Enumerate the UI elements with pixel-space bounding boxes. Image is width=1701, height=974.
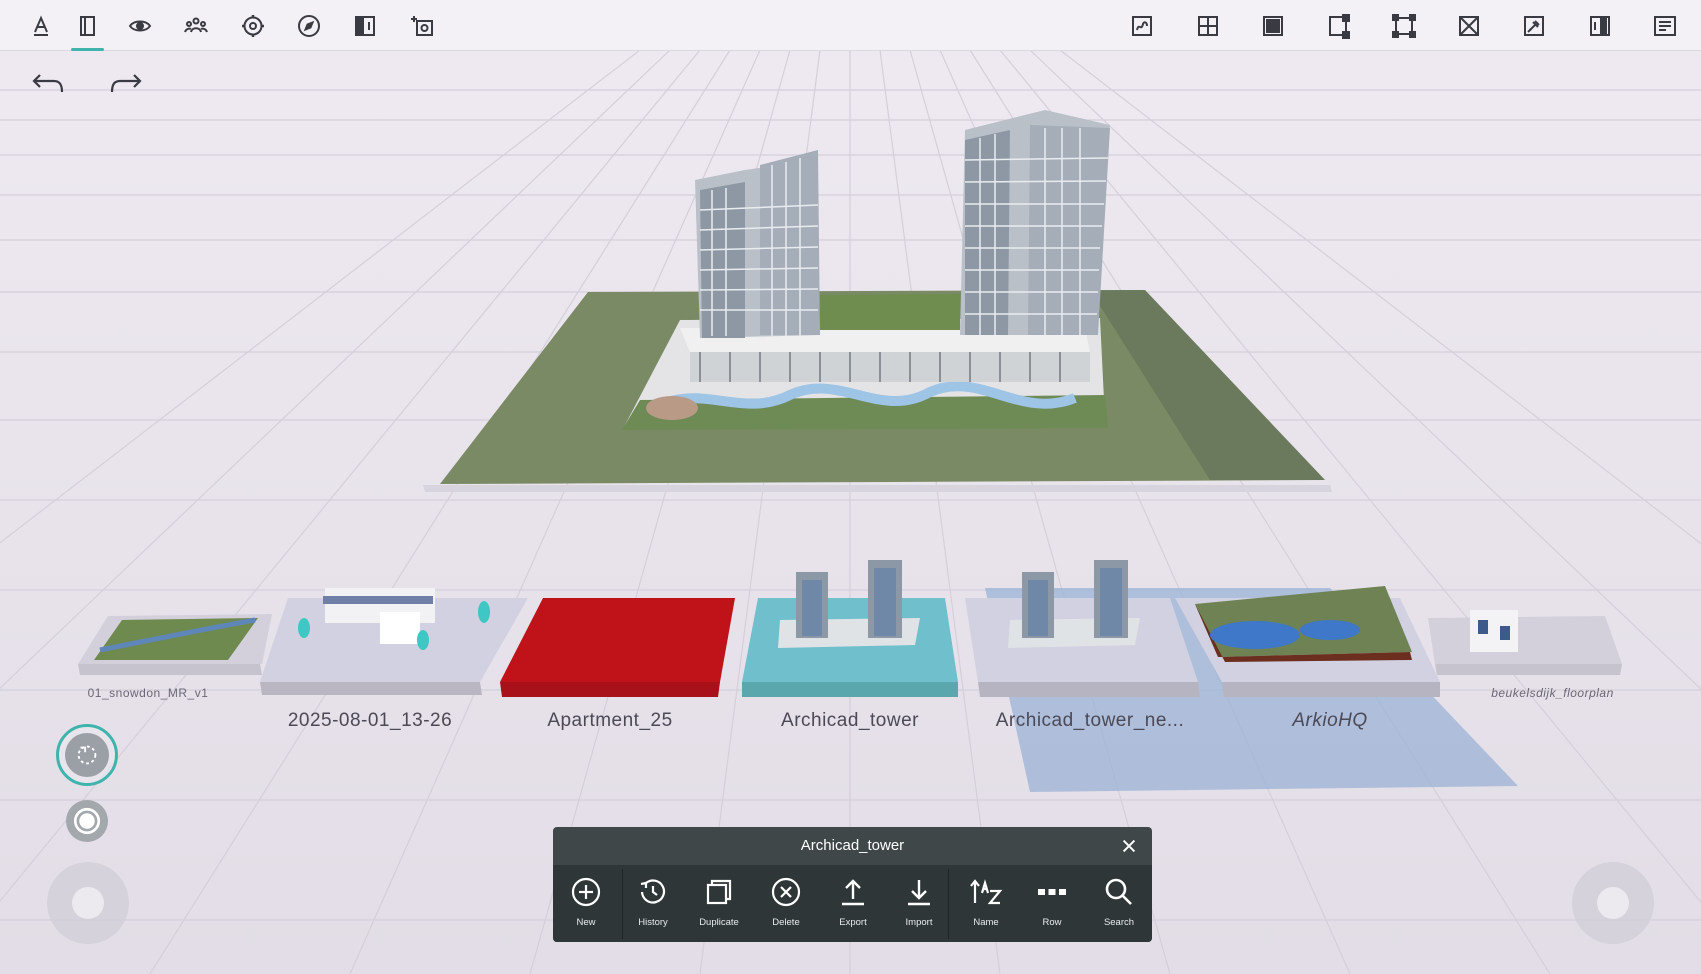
solid-box-icon[interactable] [1253, 6, 1293, 46]
wall-tool-icon[interactable] [67, 6, 107, 46]
camera-screenshot-icon[interactable] [402, 6, 442, 46]
cross-box-icon[interactable] [1449, 6, 1489, 46]
history-label: History [638, 917, 668, 928]
record-mode-button[interactable] [66, 800, 108, 842]
close-button[interactable] [1116, 833, 1142, 859]
rotate-mode-button[interactable] [56, 724, 118, 786]
right-joystick[interactable] [1572, 862, 1654, 944]
model-label-2[interactable]: 2025-08-01_13-26 [270, 710, 470, 732]
rotate-icon [65, 733, 109, 777]
section-panel-icon[interactable] [1580, 6, 1620, 46]
top-toolbar [0, 0, 1701, 51]
import-label: Import [905, 917, 933, 928]
export-label: Export [839, 917, 867, 928]
export-upload-icon [842, 879, 864, 906]
duplicate-label: Duplicate [699, 917, 739, 928]
draw-tool-icon[interactable] [21, 6, 61, 46]
redo-icon [110, 74, 142, 93]
left-joystick[interactable] [47, 862, 129, 944]
new-label: New [576, 917, 596, 928]
history-button[interactable]: History [620, 865, 686, 942]
duplicate-icon [706, 879, 732, 905]
collaborate-icon[interactable] [176, 6, 216, 46]
duplicate-button[interactable]: Duplicate [686, 865, 752, 942]
model-label-7[interactable]: beukelsdijk_floorplan [1470, 686, 1635, 700]
model-label-5[interactable]: Archicad_tower_ne... [975, 710, 1205, 732]
corner-select-icon[interactable] [1319, 6, 1359, 46]
sort-name-button[interactable]: Name [953, 865, 1019, 942]
compass-icon[interactable] [289, 6, 329, 46]
joystick-knob [1597, 887, 1629, 919]
delete-button[interactable]: Delete [753, 865, 819, 942]
panel-actions: New History Duplicate Delete Export Impo… [553, 865, 1152, 942]
model-label-3[interactable]: Apartment_25 [510, 710, 710, 732]
name-label: Name [973, 917, 999, 928]
file-panel: Archicad_tower New History Duplicate Del… [553, 827, 1152, 942]
delete-circle-icon [771, 877, 801, 907]
close-icon [1122, 839, 1136, 853]
joystick-knob [72, 887, 104, 919]
model-label-1[interactable]: 01_snowdon_MR_v1 [86, 686, 210, 700]
model-label-4[interactable]: Archicad_tower [750, 710, 950, 732]
divider [948, 869, 949, 939]
import-button[interactable]: Import [886, 865, 952, 942]
model-tile-beukelsdijk[interactable] [1428, 610, 1622, 675]
grid-plane-icon[interactable] [1188, 6, 1228, 46]
split-view-icon[interactable] [345, 6, 385, 46]
undo-button[interactable] [26, 64, 70, 104]
search-icon [1105, 878, 1132, 905]
pin-box-icon[interactable] [1514, 6, 1554, 46]
import-download-icon [908, 880, 930, 906]
search-label: Search [1103, 917, 1135, 928]
panel-title: Archicad_tower [800, 837, 905, 854]
plus-circle-icon [571, 877, 601, 907]
row-dots-icon [1038, 889, 1066, 895]
sketch-plane-icon[interactable] [1122, 6, 1162, 46]
model-tile-snowdon[interactable] [78, 614, 272, 675]
settings-gear-icon[interactable] [233, 6, 273, 46]
history-icon [640, 879, 666, 904]
model-label-6[interactable]: ArkioHQ [1230, 710, 1430, 732]
undo-icon [32, 74, 64, 93]
export-button[interactable]: Export [820, 865, 886, 942]
record-icon [73, 807, 101, 835]
bounding-box-icon[interactable] [1384, 6, 1424, 46]
redo-button[interactable] [104, 64, 148, 104]
view-eye-icon[interactable] [120, 6, 160, 46]
new-button[interactable]: New [553, 865, 619, 942]
active-tab-indicator [71, 48, 104, 51]
sort-name-icon [970, 879, 1003, 905]
text-list-icon[interactable] [1645, 6, 1685, 46]
search-button[interactable]: Search [1086, 865, 1152, 942]
row-view-button[interactable]: Row [1019, 865, 1085, 942]
row-label: Row [1042, 917, 1062, 928]
delete-label: Delete [772, 917, 800, 928]
